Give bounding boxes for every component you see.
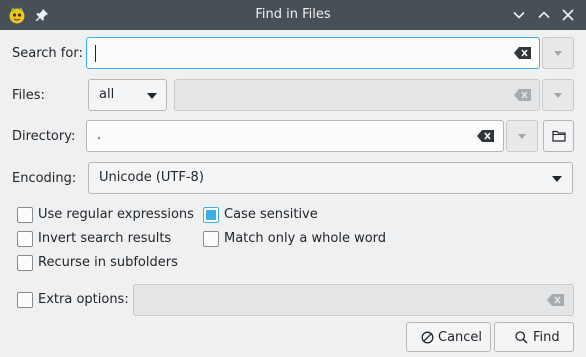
browse-directory-button[interactable] xyxy=(543,120,574,152)
text-cursor xyxy=(95,45,96,62)
files-filter-combo[interactable]: all xyxy=(88,79,167,111)
whole-word-label: Match only a whole word xyxy=(224,231,387,246)
chevron-down-icon xyxy=(147,93,157,99)
clear-files-icon xyxy=(514,89,532,105)
whole-word-checkbox[interactable] xyxy=(203,231,219,247)
chevron-down-icon xyxy=(518,134,526,139)
use-regex-checkbox[interactable] xyxy=(17,207,33,223)
cancel-button[interactable]: Cancel xyxy=(406,322,491,352)
clear-directory-icon[interactable] xyxy=(477,130,495,146)
extra-options-checkbox[interactable] xyxy=(17,292,33,308)
close-icon[interactable] xyxy=(561,8,575,26)
window-title: Find in Files xyxy=(255,7,331,22)
recurse-label: Recurse in subfolders xyxy=(38,255,178,270)
find-button[interactable]: Find xyxy=(494,322,574,352)
directory-history-dropdown[interactable] xyxy=(506,120,538,152)
search-icon xyxy=(515,331,528,348)
encoding-combo[interactable]: Unicode (UTF-8) xyxy=(88,162,573,194)
clear-search-icon[interactable] xyxy=(514,47,532,63)
case-sensitive-checkbox[interactable] xyxy=(203,207,219,223)
directory-label: Directory: xyxy=(12,129,76,144)
minimize-chevron-down-icon[interactable] xyxy=(512,8,526,26)
files-pattern-input[interactable] xyxy=(174,79,540,111)
directory-input[interactable]: . xyxy=(86,120,504,152)
extra-options-input[interactable] xyxy=(133,284,574,316)
checkbox-checked-mark xyxy=(206,210,216,220)
clear-extra-options-icon xyxy=(547,294,565,310)
case-sensitive-label: Case sensitive xyxy=(224,207,318,222)
chevron-down-icon xyxy=(552,176,562,182)
folder-icon xyxy=(552,129,566,147)
files-pattern-dropdown[interactable] xyxy=(542,79,574,111)
recurse-checkbox[interactable] xyxy=(17,255,33,271)
extra-options-label: Extra options: xyxy=(38,292,129,307)
invert-results-checkbox[interactable] xyxy=(17,231,33,247)
title-bar: Find in Files xyxy=(0,0,586,30)
maximize-chevron-up-icon[interactable] xyxy=(537,8,551,26)
search-history-dropdown[interactable] xyxy=(542,37,574,69)
files-label: Files: xyxy=(12,88,45,103)
chevron-down-icon xyxy=(554,93,562,98)
find-in-files-dialog: Find in Files Search for: Files: all Dir… xyxy=(0,0,586,357)
chevron-down-icon xyxy=(554,51,562,56)
use-regex-label: Use regular expressions xyxy=(38,207,194,222)
invert-results-label: Invert search results xyxy=(38,231,172,246)
search-label: Search for: xyxy=(12,46,83,61)
search-input[interactable] xyxy=(86,37,540,69)
encoding-label: Encoding: xyxy=(12,171,77,186)
cancel-icon xyxy=(421,331,434,348)
